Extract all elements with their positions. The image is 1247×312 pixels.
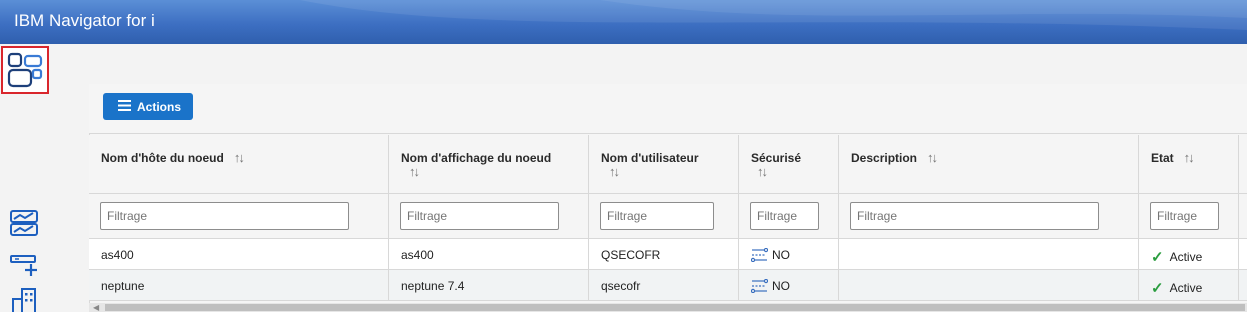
filter-display-name-input[interactable] (400, 202, 559, 230)
app-header: IBM Navigator for i (0, 0, 1247, 44)
cell-overflow (1239, 239, 1247, 269)
connection-icon (751, 248, 768, 262)
filter-description-input[interactable] (850, 202, 1099, 230)
actions-button[interactable]: Actions (103, 93, 193, 120)
app-title: IBM Navigator for i (14, 11, 155, 30)
table-header-row: Nom d'hôte du noeud ↑↓ Nom d'affichage du… (89, 135, 1247, 194)
dashboard-icon-graphic (7, 52, 43, 88)
column-header-overflow (1239, 135, 1247, 193)
sort-icon[interactable]: ↑↓ (757, 165, 768, 179)
cell-secure: NO (739, 270, 839, 300)
cell-display-name: as400 (389, 239, 589, 269)
column-header-state[interactable]: Etat ↑↓ (1139, 135, 1239, 193)
filter-user-input[interactable] (600, 202, 714, 230)
table-toolbar (89, 84, 1247, 134)
filter-overflow (1239, 194, 1247, 238)
cell-user: QSECOFR (589, 239, 739, 269)
filter-cell (589, 194, 739, 238)
table-row[interactable]: as400 as400 QSECOFR NO ✓ Active (89, 239, 1247, 270)
sort-icon[interactable]: ↑↓ (409, 165, 420, 179)
system-building-icon[interactable] (8, 284, 40, 312)
column-header-label: Sécurisé (751, 151, 802, 165)
check-icon: ✓ (1151, 249, 1164, 266)
sort-icon[interactable]: ↑↓ (927, 151, 938, 165)
sort-icon[interactable]: ↑↓ (234, 151, 245, 165)
filter-cell (839, 194, 1139, 238)
cell-secure: NO (739, 239, 839, 269)
cell-host: as400 (89, 239, 389, 269)
secure-value: NO (772, 279, 790, 293)
check-icon: ✓ (1151, 280, 1164, 297)
cell-overflow (1239, 270, 1247, 300)
column-header-label: Description (851, 151, 918, 165)
column-header-label: Nom d'hôte du noeud (101, 151, 224, 165)
add-connection-icon[interactable] (8, 249, 40, 281)
cell-description (839, 239, 1139, 269)
filter-cell (389, 194, 589, 238)
scroll-left-icon[interactable]: ◀ (93, 303, 99, 312)
state-value: Active (1169, 281, 1203, 295)
dashboard-icon[interactable] (1, 46, 49, 94)
cell-description (839, 270, 1139, 300)
filter-cell (739, 194, 839, 238)
table-row[interactable]: neptune neptune 7.4 qsecofr NO ✓ Active (89, 270, 1247, 301)
cell-state: ✓ Active (1139, 270, 1239, 300)
column-header-label: Etat (1151, 151, 1174, 165)
column-header-description[interactable]: Description ↑↓ (839, 135, 1139, 193)
column-header-user[interactable]: Nom d'utilisateur ↑↓ (589, 135, 739, 193)
header-wave-decoration (300, 0, 1247, 30)
state-value: Active (1169, 250, 1203, 264)
cell-state: ✓ Active (1139, 239, 1239, 269)
actions-button-label: Actions (137, 99, 182, 114)
secure-value: NO (772, 248, 790, 262)
cell-host: neptune (89, 270, 389, 300)
cell-user: qsecofr (589, 270, 739, 300)
filter-cell (89, 194, 389, 238)
column-header-host[interactable]: Nom d'hôte du noeud ↑↓ (89, 135, 389, 193)
scrollbar-thumb[interactable] (105, 304, 1245, 311)
connection-icon (751, 279, 768, 293)
cell-display-name: neptune 7.4 (389, 270, 589, 300)
horizontal-scrollbar[interactable]: ◀ (89, 303, 1247, 312)
filter-secure-input[interactable] (750, 202, 819, 230)
column-header-label: Nom d'affichage du noeud (401, 151, 552, 165)
column-header-secure[interactable]: Sécurisé ↑↓ (739, 135, 839, 193)
menu-icon (118, 99, 131, 114)
sort-icon[interactable]: ↑↓ (1184, 151, 1195, 165)
column-header-display-name[interactable]: Nom d'affichage du noeud ↑↓ (389, 135, 589, 193)
filter-row (89, 194, 1247, 239)
filter-cell (1139, 194, 1239, 238)
sort-icon[interactable]: ↑↓ (609, 165, 620, 179)
column-header-label: Nom d'utilisateur (601, 151, 699, 165)
filter-host-input[interactable] (100, 202, 349, 230)
filter-state-input[interactable] (1150, 202, 1219, 230)
performance-icon[interactable] (8, 207, 40, 239)
